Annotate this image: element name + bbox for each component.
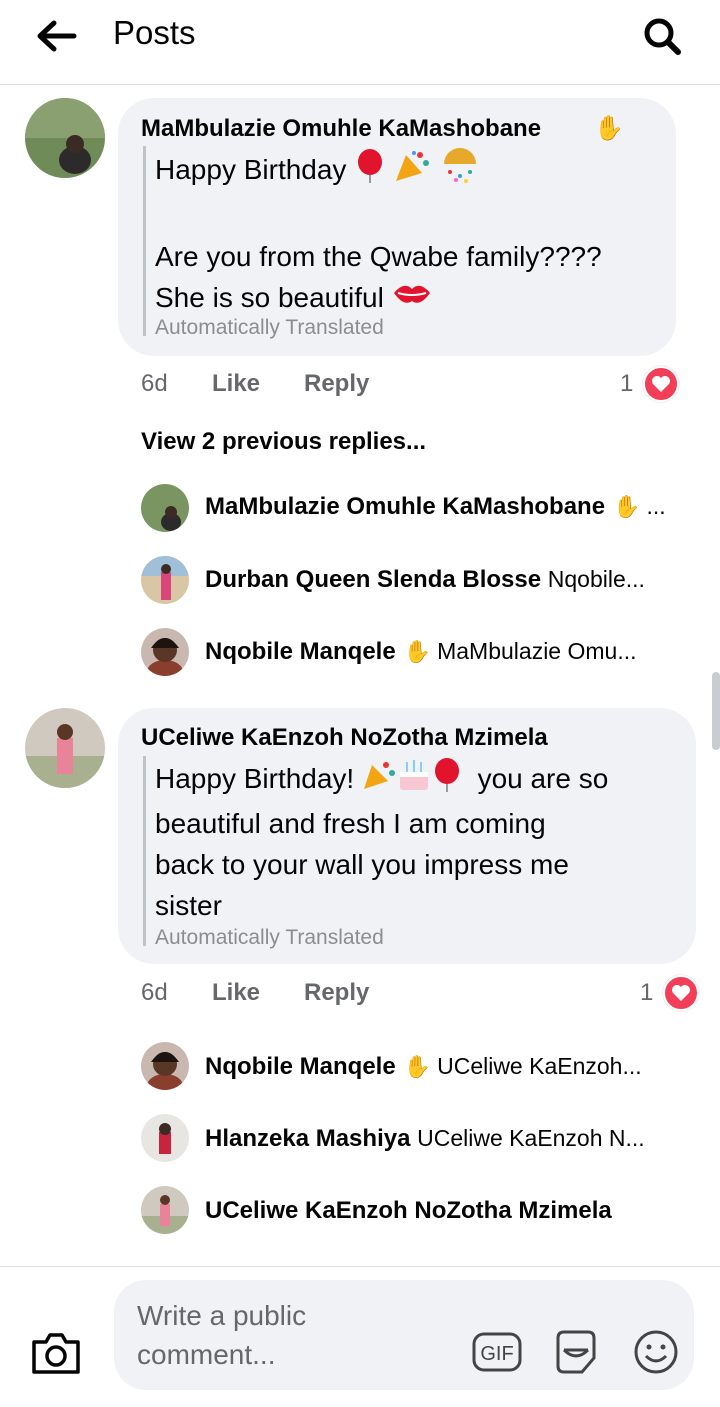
reply-author: UCeliwe KaEnzoh NoZotha Mzimela [205,1197,612,1224]
view-previous-replies-link[interactable]: View 2 previous replies... [141,428,426,456]
placeholder-line: Write a public [137,1300,307,1331]
reply-button[interactable]: Reply [304,979,369,1007]
back-arrow-icon[interactable] [36,18,80,54]
love-reaction-icon[interactable] [643,366,679,402]
reply-preview[interactable]: Hlanzeka Mashiya UCeliwe KaEnzoh N... [205,1125,685,1153]
avatar[interactable] [25,98,105,178]
avatar[interactable] [25,708,105,788]
avatar[interactable] [141,484,189,532]
placeholder-line: comment... [137,1339,276,1370]
auto-translated-label[interactable]: Automatically Translated [155,926,384,950]
wave-hand-icon: ✋ [403,1054,432,1079]
comment-text-line: Happy Birthday! [155,763,355,794]
avatar[interactable] [141,556,189,604]
comment-placeholder[interactable]: Write a public comment... [137,1296,377,1374]
reply-preview[interactable]: Durban Queen Slenda Blosse Nqobile... [205,566,685,594]
comment-text-line: beautiful and fresh I am coming [155,808,546,840]
reply-snippet: Nqobile... [547,566,645,592]
reply-snippet: UCeliwe KaEnzoh N... [417,1125,645,1151]
confetti-ball-emoji-icon [440,148,480,195]
reply-author: MaMbulazie Omuhle KaMashobane [205,493,606,520]
smiley-emoji-icon[interactable] [632,1328,680,1376]
reply-snippet: ... [646,493,666,519]
comment-text-line: you are so [477,763,609,794]
comment-text-line: Happy Birthday [155,153,347,185]
reply-author: Hlanzeka Mashiya [205,1125,411,1152]
reaction-count[interactable]: 1 [640,979,653,1007]
reply-preview[interactable]: Nqobile Manqele ✋ MaMbulazie Omu... [205,638,685,666]
wave-hand-icon: ✋ [613,494,641,519]
like-button[interactable]: Like [212,370,260,398]
comment-author[interactable]: UCeliwe KaEnzoh NoZotha Mzimela [141,724,548,752]
kiss-mark-emoji-icon [392,279,432,320]
party-popper-emoji-icon [394,149,432,194]
balloon-emoji-icon [432,758,462,803]
auto-translated-label[interactable]: Automatically Translated [155,316,384,340]
party-popper-emoji-icon [362,759,396,802]
reaction-count[interactable]: 1 [620,370,633,398]
quote-bar [143,756,146,946]
reply-snippet: UCeliwe KaEnzoh... [437,1053,642,1079]
reply-snippet: MaMbulazie Omu... [437,638,637,664]
like-button[interactable]: Like [212,979,260,1007]
reply-author: Durban Queen Slenda Blosse [205,566,542,593]
reply-preview[interactable]: Nqobile Manqele ✋ UCeliwe KaEnzoh... [205,1053,685,1081]
reply-preview[interactable]: MaMbulazie Omuhle KaMashobane ✋... [205,493,710,521]
scrollbar[interactable] [712,672,720,750]
comment-body: Happy Birthday! you are so beautiful and… [155,758,685,926]
comment-text-line: sister [155,890,222,922]
reply-button[interactable]: Reply [304,370,369,398]
comment-text-line: She is so beautiful [155,282,384,313]
birthday-cake-emoji-icon [396,758,432,803]
wave-hand-icon: ✋ [594,115,624,142]
comment-text-line: back to your wall you impress me [155,849,569,881]
comment-body: Happy Birthday Are you from the Qwabe fa… [155,148,665,320]
love-reaction-icon[interactable] [663,975,699,1011]
comment-text-line: Are you from the Qwabe family???? [155,241,602,272]
top-app-bar: Posts [0,0,720,85]
reply-author: Nqobile Manqele [205,638,396,665]
avatar[interactable] [141,1114,189,1162]
comment-time: 6d [141,370,168,397]
avatar[interactable] [141,628,189,676]
comment-time: 6d [141,979,168,1006]
gif-label: GIF [480,1343,513,1365]
page-title: Posts [113,14,196,51]
avatar[interactable] [141,1186,189,1234]
sticker-icon[interactable] [552,1328,600,1376]
camera-icon[interactable] [30,1330,82,1376]
balloon-emoji-icon [354,149,386,194]
reply-author: Nqobile Manqele [205,1053,396,1080]
comment-author[interactable]: MaMbulazie Omuhle KaMashobane [141,115,541,143]
avatar[interactable] [141,1042,189,1090]
quote-bar [143,146,146,336]
gif-button[interactable]: GIF [472,1332,522,1372]
wave-hand-icon: ✋ [403,639,432,664]
reply-preview[interactable]: UCeliwe KaEnzoh NoZotha Mzimela [205,1197,685,1225]
search-icon[interactable] [640,16,686,56]
